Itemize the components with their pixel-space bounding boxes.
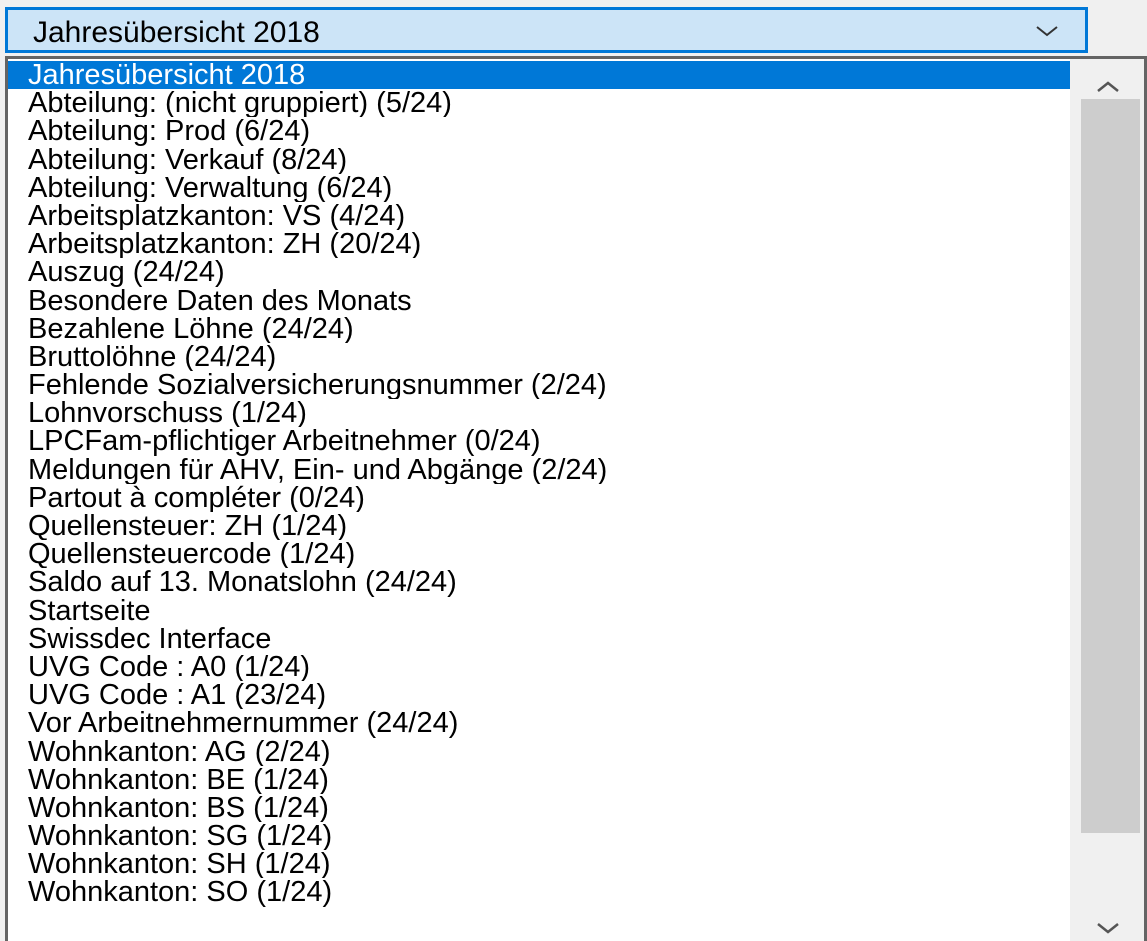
dropdown-option[interactable]: Abteilung: Prod (6/24) (8, 117, 1072, 145)
scroll-thumb[interactable] (1081, 99, 1140, 833)
dropdown-option[interactable]: Saldo auf 13. Monatslohn (24/24) (8, 568, 1072, 596)
dropdown-option[interactable]: Startseite (8, 597, 1072, 625)
dropdown-options: Jahresübersicht 2018 Abteilung: (nicht gr… (8, 61, 1072, 907)
dropdown-option[interactable]: Abteilung: Verwaltung (6/24) (8, 174, 1072, 202)
dropdown-option[interactable]: Wohnkanton: SO (1/24) (8, 878, 1072, 906)
vertical-scrollbar[interactable] (1070, 59, 1144, 941)
dropdown-option[interactable]: Jahresübersicht 2018 (8, 61, 1072, 90)
chevron-down-icon (1097, 923, 1119, 934)
report-select-value: Jahresübersicht 2018 (33, 16, 320, 49)
dropdown-option[interactable]: Partout à compléter (0/24) (8, 484, 1072, 512)
dropdown-option[interactable]: Quellensteuercode (1/24) (8, 540, 1072, 568)
dropdown-option[interactable]: Wohnkanton: BE (1/24) (8, 766, 1072, 794)
dropdown-option[interactable]: Vor Arbeitnehmernummer (24/24) (8, 709, 1072, 737)
dropdown-option[interactable]: Arbeitsplatzkanton: ZH (20/24) (8, 230, 1072, 258)
dropdown-option[interactable]: Meldungen für AHV, Ein- und Abgänge (2/2… (8, 456, 1072, 484)
dropdown-option[interactable]: Arbeitsplatzkanton: VS (4/24) (8, 202, 1072, 230)
dropdown-option[interactable]: Besondere Daten des Monats (8, 287, 1072, 315)
dropdown-option[interactable]: Quellensteuer: ZH (1/24) (8, 512, 1072, 540)
scroll-down-button[interactable] (1070, 890, 1144, 941)
dropdown-option[interactable]: UVG Code : A1 (23/24) (8, 681, 1072, 709)
dropdown-option[interactable]: Bruttolöhne (24/24) (8, 343, 1072, 371)
dropdown-option[interactable]: LPCFam-pflichtiger Arbeitnehmer (0/24) (8, 427, 1072, 455)
dropdown-option[interactable]: Lohnvorschuss (1/24) (8, 399, 1072, 427)
chevron-up-icon (1097, 81, 1119, 92)
dropdown-option[interactable]: Wohnkanton: BS (1/24) (8, 794, 1072, 822)
report-dropdown-list: Jahresübersicht 2018 Abteilung: (nicht gr… (5, 56, 1147, 941)
dropdown-option[interactable]: Wohnkanton: SG (1/24) (8, 822, 1072, 850)
report-select[interactable]: Jahresübersicht 2018 (5, 7, 1088, 53)
dropdown-option[interactable]: Fehlende Sozialversicherungsnummer (2/24… (8, 371, 1072, 399)
dropdown-option[interactable]: Abteilung: Verkauf (8/24) (8, 146, 1072, 174)
dropdown-option[interactable]: Auszug (24/24) (8, 258, 1072, 286)
dropdown-option[interactable]: Wohnkanton: SH (1/24) (8, 850, 1072, 878)
dropdown-option[interactable]: UVG Code : A0 (1/24) (8, 653, 1072, 681)
combo-dropdown-stage: Jahresübersicht 2018 Jahresübersicht 201… (0, 0, 1147, 941)
dropdown-option[interactable]: Swissdec Interface (8, 625, 1072, 653)
dropdown-option[interactable]: Bezahlene Löhne (24/24) (8, 315, 1072, 343)
dropdown-option[interactable]: Abteilung: (nicht gruppiert) (5/24) (8, 89, 1072, 117)
dropdown-option[interactable]: Wohnkanton: AG (2/24) (8, 738, 1072, 766)
chevron-down-icon (1036, 26, 1058, 37)
